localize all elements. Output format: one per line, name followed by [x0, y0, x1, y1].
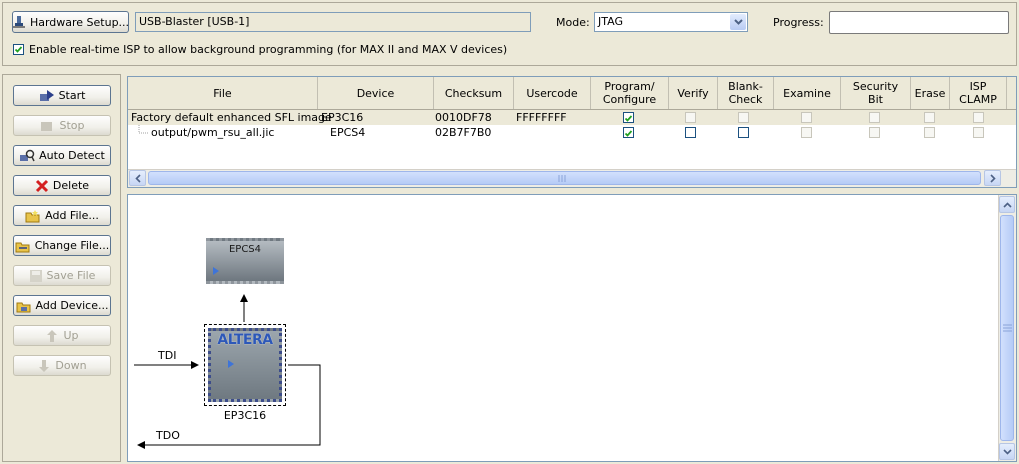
grip-icon	[1003, 324, 1012, 332]
scroll-right-button[interactable]	[984, 170, 1001, 186]
column-header-verify[interactable]: Verify	[669, 77, 718, 109]
stop-button[interactable]: Stop	[13, 115, 111, 136]
horizontal-scrollbar[interactable]	[128, 169, 1016, 187]
mode-select[interactable]: JTAG	[594, 12, 748, 32]
vertical-scrollbar[interactable]	[998, 195, 1016, 461]
row-checksum: 02B7F7B0	[435, 126, 492, 139]
file-table: File Device Checksum Usercode Program/ C…	[127, 76, 1017, 188]
grip-icon	[558, 175, 566, 182]
row-file: Factory default enhanced SFL image	[131, 111, 332, 124]
auto-detect-icon	[20, 149, 35, 161]
tdo-label: TDO	[156, 429, 180, 442]
add-device-button[interactable]: Add Device...	[13, 295, 111, 316]
flash-chip[interactable]: EPCS4	[206, 238, 284, 284]
examine-checkbox[interactable]	[801, 127, 812, 138]
row-file: output/pwm_rsu_all.jic	[151, 126, 275, 139]
row-device: EPCS4	[330, 126, 366, 139]
mode-dropdown-button[interactable]	[730, 14, 746, 30]
erase-checkbox[interactable]	[924, 127, 935, 138]
progress-bar	[829, 11, 1009, 34]
table-header: File Device Checksum Usercode Program/ C…	[128, 77, 1016, 110]
row-usercode: FFFFFFFF	[516, 111, 567, 124]
delete-button[interactable]: Delete	[13, 175, 111, 196]
column-header-usercode[interactable]: Usercode	[514, 77, 591, 109]
hardware-setup-label: Hardware Setup...	[29, 15, 130, 29]
program-checkbox[interactable]	[623, 127, 634, 138]
security-bit-checkbox[interactable]	[869, 112, 880, 123]
isp-label: Enable real-time ISP to allow background…	[29, 43, 508, 56]
add-file-button[interactable]: Add File...	[13, 205, 111, 226]
table-row[interactable]: Factory default enhanced SFL image EP3C1…	[128, 110, 1016, 125]
erase-checkbox[interactable]	[924, 112, 935, 123]
examine-checkbox[interactable]	[801, 112, 812, 123]
jtag-chain-diagram: TDI TDO EPCS4 ALTERA EP3C16	[127, 194, 1017, 462]
altera-logo: ALTERA	[217, 332, 273, 348]
hardware-setup-icon	[12, 16, 25, 28]
isp-clamp-checkbox[interactable]	[973, 112, 984, 123]
chevron-up-icon	[1002, 201, 1012, 208]
scroll-thumb[interactable]	[148, 171, 981, 185]
column-header-security-bit[interactable]: Security Bit	[841, 77, 911, 109]
folder-icon	[15, 242, 30, 252]
down-button[interactable]: Down	[13, 355, 111, 376]
chevron-down-icon	[733, 19, 743, 25]
isp-option[interactable]: Enable real-time ISP to allow background…	[13, 43, 507, 56]
column-header-device[interactable]: Device	[318, 77, 434, 109]
column-header-program-configure[interactable]: Program/ Configure	[591, 77, 669, 109]
scroll-left-button[interactable]	[129, 170, 146, 186]
column-header-erase[interactable]: Erase	[911, 77, 950, 109]
hardware-setup-button[interactable]: Hardware Setup...	[12, 11, 129, 33]
delete-icon	[35, 179, 48, 192]
scroll-up-button[interactable]	[999, 196, 1015, 213]
flash-chip-label: EPCS4	[228, 244, 262, 255]
isp-checkbox[interactable]	[13, 44, 24, 55]
stop-icon	[41, 121, 53, 131]
column-header-examine[interactable]: Examine	[774, 77, 841, 109]
column-header-checksum[interactable]: Checksum	[434, 77, 514, 109]
save-file-button[interactable]: Save File	[13, 265, 111, 286]
mode-label: Mode:	[556, 16, 590, 29]
play-icon	[228, 360, 234, 368]
scroll-down-button[interactable]	[999, 443, 1015, 460]
row-device: EP3C16	[321, 111, 364, 124]
blank-check-checkbox[interactable]	[738, 127, 749, 138]
arrow-up-icon	[47, 329, 58, 342]
chevron-down-icon	[1002, 448, 1012, 455]
tdi-label: TDI	[158, 349, 177, 362]
row-checksum: 0010DF78	[435, 111, 492, 124]
folder-icon	[25, 209, 40, 222]
up-button[interactable]: Up	[13, 325, 111, 346]
program-checkbox[interactable]	[623, 112, 634, 123]
verify-checkbox[interactable]	[685, 112, 696, 123]
play-icon	[213, 267, 219, 275]
start-icon	[39, 89, 54, 101]
blank-check-checkbox[interactable]	[738, 112, 749, 123]
save-icon	[29, 269, 42, 282]
hardware-device-field: USB-Blaster [USB-1]	[135, 12, 531, 32]
chevron-left-icon	[134, 173, 141, 183]
fpga-chip[interactable]: ALTERA	[204, 324, 286, 406]
checkmark-icon	[624, 115, 633, 122]
column-header-file[interactable]: File	[128, 77, 318, 109]
column-header-isp-clamp[interactable]: ISP CLAMP	[950, 77, 1007, 109]
auto-detect-button[interactable]: Auto Detect	[13, 145, 111, 166]
table-row[interactable]: output/pwm_rsu_all.jic EPCS4 02B7F7B0	[128, 125, 1016, 140]
checkmark-icon	[624, 130, 633, 137]
change-file-button[interactable]: Change File...	[13, 235, 111, 256]
arrow-down-icon	[39, 359, 50, 372]
checkmark-icon	[14, 46, 23, 53]
verify-checkbox[interactable]	[685, 127, 696, 138]
tree-connector-icon	[138, 125, 149, 134]
progress-label: Progress:	[773, 16, 824, 29]
chevron-right-icon	[989, 173, 996, 183]
fpga-chip-body: ALTERA	[208, 328, 282, 402]
mode-value: JTAG	[598, 15, 623, 28]
scroll-thumb[interactable]	[1000, 215, 1014, 441]
column-header-blank-check[interactable]: Blank- Check	[718, 77, 774, 109]
start-button[interactable]: Start	[13, 85, 111, 106]
fpga-chip-label: EP3C16	[223, 409, 267, 422]
isp-clamp-checkbox[interactable]	[973, 127, 984, 138]
add-device-icon	[16, 302, 31, 312]
security-bit-checkbox[interactable]	[869, 127, 880, 138]
